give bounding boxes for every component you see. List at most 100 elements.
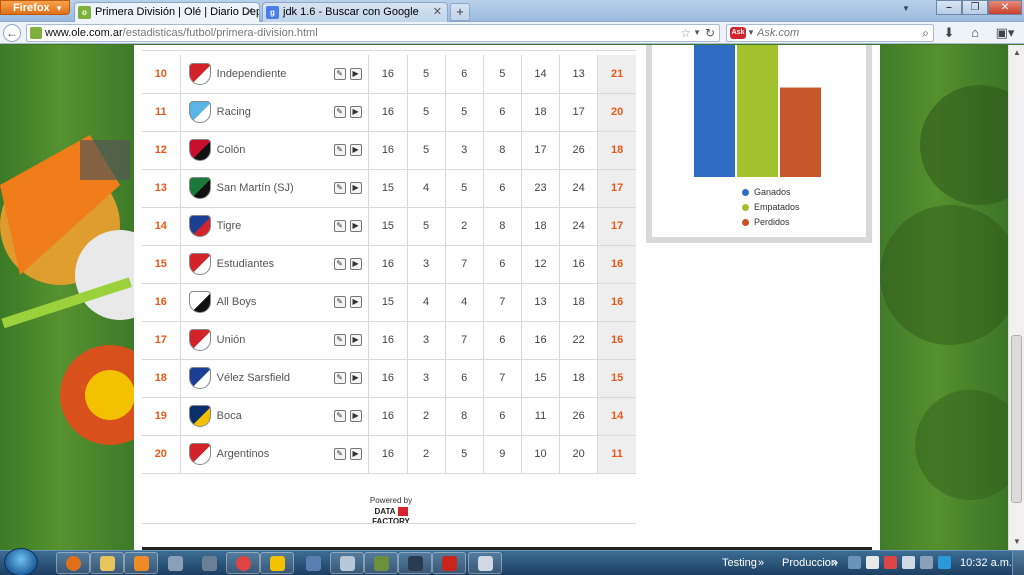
toolbar-label-produccion[interactable]: Produccion: [782, 551, 837, 575]
site-identity-icon[interactable]: [30, 27, 42, 39]
minimize-icon[interactable]: –: [936, 0, 962, 15]
show-desktop-button[interactable]: [1012, 551, 1024, 575]
team-name[interactable]: Colón: [217, 144, 246, 156]
addon-menu-icon[interactable]: ▣▾: [992, 24, 1018, 42]
start-button[interactable]: [4, 548, 38, 575]
taskbar-explorer[interactable]: [90, 552, 124, 574]
pencil-icon[interactable]: ✎: [333, 448, 346, 461]
pencil-icon[interactable]: ✎: [333, 182, 346, 195]
play-icon[interactable]: ▶: [349, 144, 362, 157]
firefox-menu-button[interactable]: Firefox ▼: [0, 0, 70, 15]
table-row[interactable]: 15 Estudiantes ✎ ▶ 16 3 7 6 12 16 16: [142, 245, 636, 284]
taskbar-app[interactable]: [468, 552, 502, 574]
taskbar-media[interactable]: [124, 552, 158, 574]
pencil-icon[interactable]: ✎: [333, 144, 346, 157]
chevron-right-icon[interactable]: »: [758, 551, 764, 575]
play-icon[interactable]: ▶: [349, 372, 362, 385]
team-name[interactable]: Independiente: [217, 68, 287, 80]
team-cell[interactable]: Estudiantes: [180, 245, 327, 284]
team-name[interactable]: San Martín (SJ): [217, 182, 294, 194]
search-input[interactable]: [757, 26, 907, 40]
bar-empatados[interactable]: [737, 45, 778, 178]
tray-network-icon[interactable]: [902, 556, 915, 569]
table-row[interactable]: 18 Vélez Sarsfield ✎ ▶ 16 3 6 7 15 18 15: [142, 359, 636, 398]
play-icon[interactable]: ▶: [349, 67, 362, 80]
scroll-down-icon[interactable]: ▼: [1009, 534, 1024, 550]
team-name[interactable]: Vélez Sarsfield: [217, 372, 290, 384]
scroll-up-icon[interactable]: ▲: [1009, 45, 1024, 61]
back-button[interactable]: ←: [3, 24, 21, 42]
play-icon[interactable]: ▶: [349, 182, 362, 195]
home-icon[interactable]: ⌂: [966, 24, 984, 42]
history-dropdown-icon[interactable]: ▼: [693, 25, 701, 41]
new-tab-button[interactable]: +: [450, 3, 470, 21]
taskbar-app[interactable]: [260, 552, 294, 574]
tab-google[interactable]: g jdk 1.6 - Buscar con Google ✕: [262, 2, 448, 22]
toolbar-label-testing[interactable]: Testing: [722, 551, 757, 575]
team-cell[interactable]: Independiente: [180, 55, 327, 94]
taskbar-app[interactable]: [296, 552, 330, 574]
team-cell[interactable]: Vélez Sarsfield: [180, 359, 327, 398]
restore-icon[interactable]: ❐: [962, 0, 988, 15]
team-name[interactable]: Argentinos: [217, 448, 270, 460]
team-cell[interactable]: Racing: [180, 93, 327, 132]
search-bar[interactable]: Ask ▼ ⌕: [726, 24, 934, 42]
downloads-icon[interactable]: ⬇: [940, 24, 958, 42]
play-icon[interactable]: ▶: [349, 106, 362, 119]
table-row[interactable]: 16 All Boys ✎ ▶ 15 4 4 7 13 18 16: [142, 283, 636, 322]
team-cell[interactable]: San Martín (SJ): [180, 169, 327, 208]
team-cell[interactable]: Unión: [180, 321, 327, 360]
table-row[interactable]: 17 Unión ✎ ▶ 16 3 7 6 16 22 16: [142, 321, 636, 360]
tray-flag-icon[interactable]: [884, 556, 897, 569]
page-scrollbar[interactable]: ▲ ▼: [1008, 45, 1024, 550]
tray-volume-icon[interactable]: [920, 556, 933, 569]
team-name[interactable]: Unión: [217, 334, 246, 346]
taskbar-filezilla[interactable]: [432, 552, 466, 574]
close-tab-icon[interactable]: ✕: [245, 3, 254, 21]
team-cell[interactable]: Colón: [180, 131, 327, 170]
play-icon[interactable]: ▶: [349, 258, 362, 271]
reload-icon[interactable]: ↻: [705, 25, 715, 41]
table-row[interactable]: 12 Colón ✎ ▶ 16 5 3 8 17 26 18: [142, 131, 636, 170]
table-row[interactable]: 14 Tigre ✎ ▶ 15 5 2 8 18 24 17: [142, 207, 636, 246]
table-row[interactable]: 13 San Martín (SJ) ✎ ▶ 15 4 5 6 23 24 17: [142, 169, 636, 208]
engine-dropdown-icon[interactable]: ▼: [747, 25, 755, 41]
play-icon[interactable]: ▶: [349, 448, 362, 461]
pencil-icon[interactable]: ✎: [333, 67, 346, 80]
play-icon[interactable]: ▶: [349, 334, 362, 347]
team-name[interactable]: Boca: [217, 410, 242, 422]
scrollbar-thumb[interactable]: [1011, 335, 1022, 503]
taskbar-firefox[interactable]: [56, 552, 90, 574]
taskbar-app[interactable]: [192, 552, 226, 574]
pencil-icon[interactable]: ✎: [333, 372, 346, 385]
tab-list-icon[interactable]: ▼: [902, 4, 910, 13]
taskbar-app[interactable]: [330, 552, 364, 574]
team-cell[interactable]: Argentinos: [180, 435, 327, 474]
bar-ganados[interactable]: [694, 45, 735, 177]
close-tab-icon[interactable]: ✕: [433, 3, 442, 21]
url-text[interactable]: www.ole.com.ar/estadisticas/futbol/prime…: [45, 25, 318, 41]
team-cell[interactable]: All Boys: [180, 283, 327, 322]
pencil-icon[interactable]: ✎: [333, 410, 346, 423]
ask-engine-icon[interactable]: Ask: [730, 27, 746, 39]
pencil-icon[interactable]: ✎: [333, 334, 346, 347]
play-icon[interactable]: ▶: [349, 220, 362, 233]
taskbar-app[interactable]: [158, 552, 192, 574]
close-window-icon[interactable]: ✕: [988, 0, 1022, 15]
pencil-icon[interactable]: ✎: [333, 258, 346, 271]
team-cell[interactable]: Tigre: [180, 207, 327, 246]
team-name[interactable]: Racing: [217, 106, 251, 118]
play-icon[interactable]: ▶: [349, 410, 362, 423]
table-row[interactable]: 20 Argentinos ✎ ▶ 16 2 5 9 10 20 11: [142, 435, 636, 474]
search-icon[interactable]: ⌕: [922, 25, 929, 41]
team-name[interactable]: Tigre: [217, 220, 242, 232]
team-name[interactable]: All Boys: [217, 296, 257, 308]
pencil-icon[interactable]: ✎: [333, 220, 346, 233]
system-clock[interactable]: 10:32 a.m.: [960, 551, 1012, 575]
team-cell[interactable]: Boca: [180, 397, 327, 436]
taskbar-app[interactable]: [398, 552, 432, 574]
bookmark-star-icon[interactable]: ☆: [680, 25, 691, 41]
taskbar-chrome[interactable]: [226, 552, 260, 574]
tray-app-icon[interactable]: [938, 556, 951, 569]
team-name[interactable]: Estudiantes: [217, 258, 274, 270]
